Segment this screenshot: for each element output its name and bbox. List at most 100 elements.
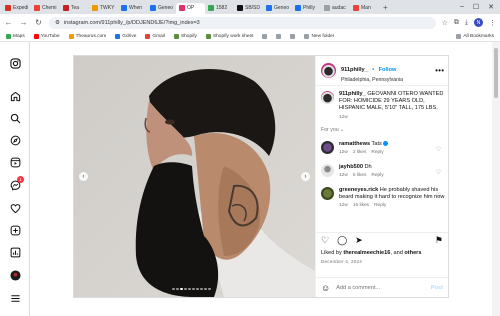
follow-button[interactable]: Follow: [379, 67, 397, 73]
bookmark-item[interactable]: Maps: [6, 33, 25, 39]
author-username[interactable]: 911philly_: [341, 67, 368, 73]
bookmark-favicon-icon: [205, 33, 211, 39]
comment-likes[interactable]: 16 likes: [353, 203, 369, 208]
minimize-icon[interactable]: –: [460, 3, 464, 11]
share-icon[interactable]: ➤: [355, 235, 363, 246]
comment-username[interactable]: greeneyes.rick: [339, 187, 378, 193]
like-comment-icon[interactable]: ♡: [436, 169, 441, 176]
reload-icon[interactable]: ↻: [34, 18, 43, 27]
bookmark-item[interactable]: Gdrive: [115, 33, 136, 39]
browser-tab[interactable]: Expedi: [2, 3, 31, 14]
back-icon[interactable]: ←: [4, 18, 13, 27]
bookmark-item[interactable]: [262, 33, 268, 39]
liked-by-text: Liked by therealmeechie16, and others: [321, 250, 422, 256]
bookmark-item[interactable]: Theaurus.com: [68, 33, 107, 39]
address-bar[interactable]: ⚙ instagram.com/911philly_/p/DDJEND6JE/?…: [49, 16, 436, 29]
extensions-icon[interactable]: ⧉: [454, 19, 459, 27]
browser-tab[interactable]: 1582: [205, 3, 234, 14]
browser-tab[interactable]: Tea: [60, 3, 89, 14]
browser-tab[interactable]: Chemi: [31, 3, 60, 14]
reels-icon[interactable]: [9, 156, 21, 168]
browser-tab[interactable]: OP: [176, 2, 205, 14]
next-image-button[interactable]: ›: [301, 172, 310, 181]
instagram-icon[interactable]: [9, 57, 21, 69]
browser-tab[interactable]: Geneo: [147, 3, 176, 14]
all-bookmarks[interactable]: All Bookmarks: [456, 33, 494, 39]
bookmark-item[interactable]: [276, 33, 282, 39]
maximize-icon[interactable]: ☐: [473, 3, 479, 11]
post-location[interactable]: Philadelphia, Pennsylvania: [341, 77, 403, 83]
bookmark-star-icon[interactable]: ☆: [442, 19, 448, 27]
bookmark-item[interactable]: YouTube: [33, 33, 60, 39]
commenter-avatar[interactable]: [321, 187, 334, 201]
comments-list: 911philly_ GEOVANNI OTERO WANTED FOR: HO…: [316, 86, 448, 232]
add-comment-input[interactable]: Add a comment...: [336, 285, 425, 291]
comment-likes[interactable]: 5 likes: [353, 173, 367, 178]
bookmark-item[interactable]: [290, 33, 296, 39]
browser-tab[interactable]: Geneo: [263, 3, 292, 14]
like-icon[interactable]: ♡: [321, 235, 329, 246]
create-icon[interactable]: [9, 224, 21, 236]
reply-button[interactable]: Reply: [371, 150, 383, 155]
profile-icon[interactable]: [9, 269, 21, 281]
browser-tab[interactable]: SB/SD: [234, 3, 263, 14]
browser-tab[interactable]: Philly: [292, 3, 321, 14]
caption-time: 12w: [339, 114, 348, 120]
bookmark-label: Theaurus.com: [75, 33, 107, 39]
comment-username[interactable]: jayhb500: [339, 164, 363, 170]
home-icon[interactable]: [9, 90, 21, 102]
url-text: instagram.com/911philly_/p/DDJEND6JE/?im…: [63, 19, 200, 26]
site-info-icon[interactable]: ⚙: [55, 20, 60, 26]
profile-avatar[interactable]: N: [474, 18, 483, 27]
author-avatar[interactable]: [321, 63, 336, 78]
forward-icon[interactable]: →: [19, 18, 28, 27]
comment-username[interactable]: ramatthews: [339, 141, 370, 147]
menu-icon[interactable]: [9, 292, 21, 304]
browser-tab[interactable]: When: [118, 3, 147, 14]
caption-row: 911philly_ GEOVANNI OTERO WANTED FOR: HO…: [321, 91, 443, 120]
chrome-menu-icon[interactable]: ⋮: [489, 19, 496, 27]
bookmark-favicon-icon: [276, 33, 282, 39]
like-comment-icon[interactable]: ♡: [436, 146, 441, 153]
tab-favicon-icon: [208, 5, 214, 11]
commenter-avatar[interactable]: [321, 140, 334, 154]
previous-image-button[interactable]: ‹: [79, 172, 88, 181]
emoji-icon[interactable]: ☺: [321, 283, 330, 293]
bookmark-item[interactable]: Gmail: [145, 33, 165, 39]
reply-button[interactable]: Reply: [374, 203, 386, 208]
messages-icon[interactable]: 1: [9, 176, 24, 191]
bookmark-item[interactable]: Shopify: [173, 33, 197, 39]
like-comment-icon[interactable]: ♡: [436, 192, 441, 199]
bookmark-favicon-icon: [304, 33, 310, 39]
browser-tab[interactable]: TWKY: [89, 3, 118, 14]
post-comment-button[interactable]: Post: [431, 285, 443, 291]
comment-icon[interactable]: ◯: [337, 235, 347, 246]
author-avatar[interactable]: [321, 91, 334, 104]
notifications-icon[interactable]: [9, 202, 21, 214]
bookmark-label: YouTube: [40, 33, 60, 39]
new-tab-button[interactable]: +: [383, 3, 388, 12]
liked-by-user[interactable]: therealmeechie16: [343, 250, 390, 256]
dashboard-icon[interactable]: [9, 246, 21, 258]
post-details-panel: 911philly_ • Follow Philadelphia, Pennsy…: [315, 56, 448, 297]
commenter-avatar[interactable]: [321, 163, 334, 177]
page-scrollbar[interactable]: [492, 42, 500, 316]
comment-likes[interactable]: 2 likes: [353, 150, 367, 155]
bookmark-item[interactable]: New folder: [304, 33, 334, 39]
browser-tab[interactable]: Man: [350, 3, 379, 14]
for-you-filter[interactable]: For you ⌄: [321, 127, 443, 133]
search-icon[interactable]: [9, 112, 21, 124]
reply-button[interactable]: Reply: [371, 173, 383, 178]
liked-by-others[interactable]: others: [404, 250, 421, 256]
download-icon[interactable]: ⤓: [465, 19, 468, 27]
close-icon[interactable]: ✕: [488, 3, 494, 11]
tab-favicon-icon: [353, 5, 359, 11]
caption-username[interactable]: 911philly_: [339, 91, 366, 97]
bookmark-favicon-icon: [173, 33, 179, 39]
save-icon[interactable]: ⚑: [435, 235, 443, 246]
browser-tab[interactable]: audac: [321, 3, 350, 14]
more-options-icon[interactable]: • • •: [435, 66, 444, 75]
explore-icon[interactable]: [9, 134, 21, 146]
bookmark-item[interactable]: Shopify work sheet: [205, 33, 253, 39]
scrollbar-thumb[interactable]: [494, 48, 498, 98]
